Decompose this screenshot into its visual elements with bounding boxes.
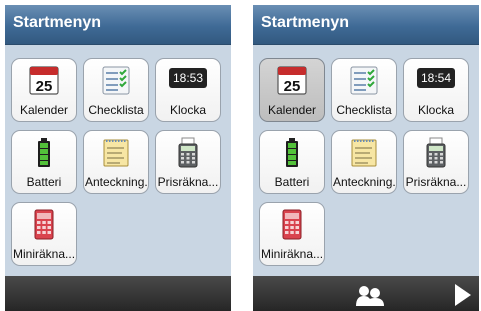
clock-icon: 18:53: [169, 68, 207, 88]
app-label: Klocka: [169, 103, 207, 117]
start-menu-screen-right: Startmenyn 25 Kalender Checklista 18:54 …: [253, 5, 479, 311]
app-tile-batteri[interactable]: Batteri: [11, 130, 77, 194]
calendar-day: 25: [36, 78, 53, 95]
calculator-icon: [282, 209, 302, 240]
app-label: Batteri: [26, 175, 62, 189]
app-label: Prisräkna...: [405, 175, 467, 189]
battery-icon: [286, 138, 298, 167]
start-menu-screen-left: Startmenyn 25 Kalender Checklista 18:53 …: [5, 5, 231, 311]
app-label: Kalender: [19, 103, 69, 117]
notepad-icon: [351, 139, 377, 167]
app-tile-checklista[interactable]: Checklista: [83, 58, 149, 122]
title-bar: Startmenyn: [253, 5, 479, 45]
app-tile-minirakna[interactable]: Miniräkna...: [259, 202, 325, 266]
screen-title: Startmenyn: [261, 14, 350, 31]
bottom-bar: [5, 276, 231, 311]
app-label: Kalender: [267, 103, 317, 117]
app-tile-batteri[interactable]: Batteri: [259, 130, 325, 194]
app-label: Checklista: [336, 103, 392, 117]
app-grid: 25 Kalender Checklista 18:54 Klocka Batt…: [259, 58, 479, 272]
app-label: Prisräkna...: [157, 175, 219, 189]
checklist-icon: [350, 66, 378, 95]
app-tile-klocka[interactable]: 18:54 Klocka: [403, 58, 469, 122]
app-label: Anteckning...: [85, 175, 147, 189]
screen-title: Startmenyn: [13, 14, 102, 31]
title-bar: Startmenyn: [5, 5, 231, 45]
calendar-icon: 25: [277, 66, 307, 95]
app-tile-prisrakna[interactable]: Prisräkna...: [403, 130, 469, 194]
battery-icon: [38, 138, 50, 167]
receipt-calculator-icon: [426, 137, 446, 168]
bottom-bar: [253, 276, 479, 311]
app-label: Miniräkna...: [261, 247, 323, 261]
receipt-calculator-icon: [178, 137, 198, 168]
app-tile-checklista[interactable]: Checklista: [331, 58, 397, 122]
app-tile-minirakna[interactable]: Miniräkna...: [11, 202, 77, 266]
app-grid: 25 Kalender Checklista 18:53 Klocka Batt…: [11, 58, 231, 272]
app-tile-anteckning[interactable]: Anteckning...: [83, 130, 149, 194]
app-tile-klocka[interactable]: 18:53 Klocka: [155, 58, 221, 122]
app-tile-anteckning[interactable]: Anteckning...: [331, 130, 397, 194]
app-label: Klocka: [417, 103, 455, 117]
calendar-day: 25: [284, 78, 301, 95]
calculator-icon: [34, 209, 54, 240]
calendar-icon: 25: [29, 66, 59, 95]
clock-icon: 18:54: [417, 68, 455, 88]
app-label: Anteckning...: [333, 175, 395, 189]
checklist-icon: [102, 66, 130, 95]
next-arrow-icon[interactable]: [453, 282, 473, 308]
app-label: Batteri: [274, 175, 310, 189]
app-tile-kalender[interactable]: 25 Kalender: [11, 58, 77, 122]
app-label: Checklista: [88, 103, 144, 117]
app-tile-prisrakna[interactable]: Prisräkna...: [155, 130, 221, 194]
app-tile-kalender[interactable]: 25 Kalender: [259, 58, 325, 122]
app-label: Miniräkna...: [13, 247, 75, 261]
contacts-icon[interactable]: [354, 284, 386, 306]
notepad-icon: [103, 139, 129, 167]
